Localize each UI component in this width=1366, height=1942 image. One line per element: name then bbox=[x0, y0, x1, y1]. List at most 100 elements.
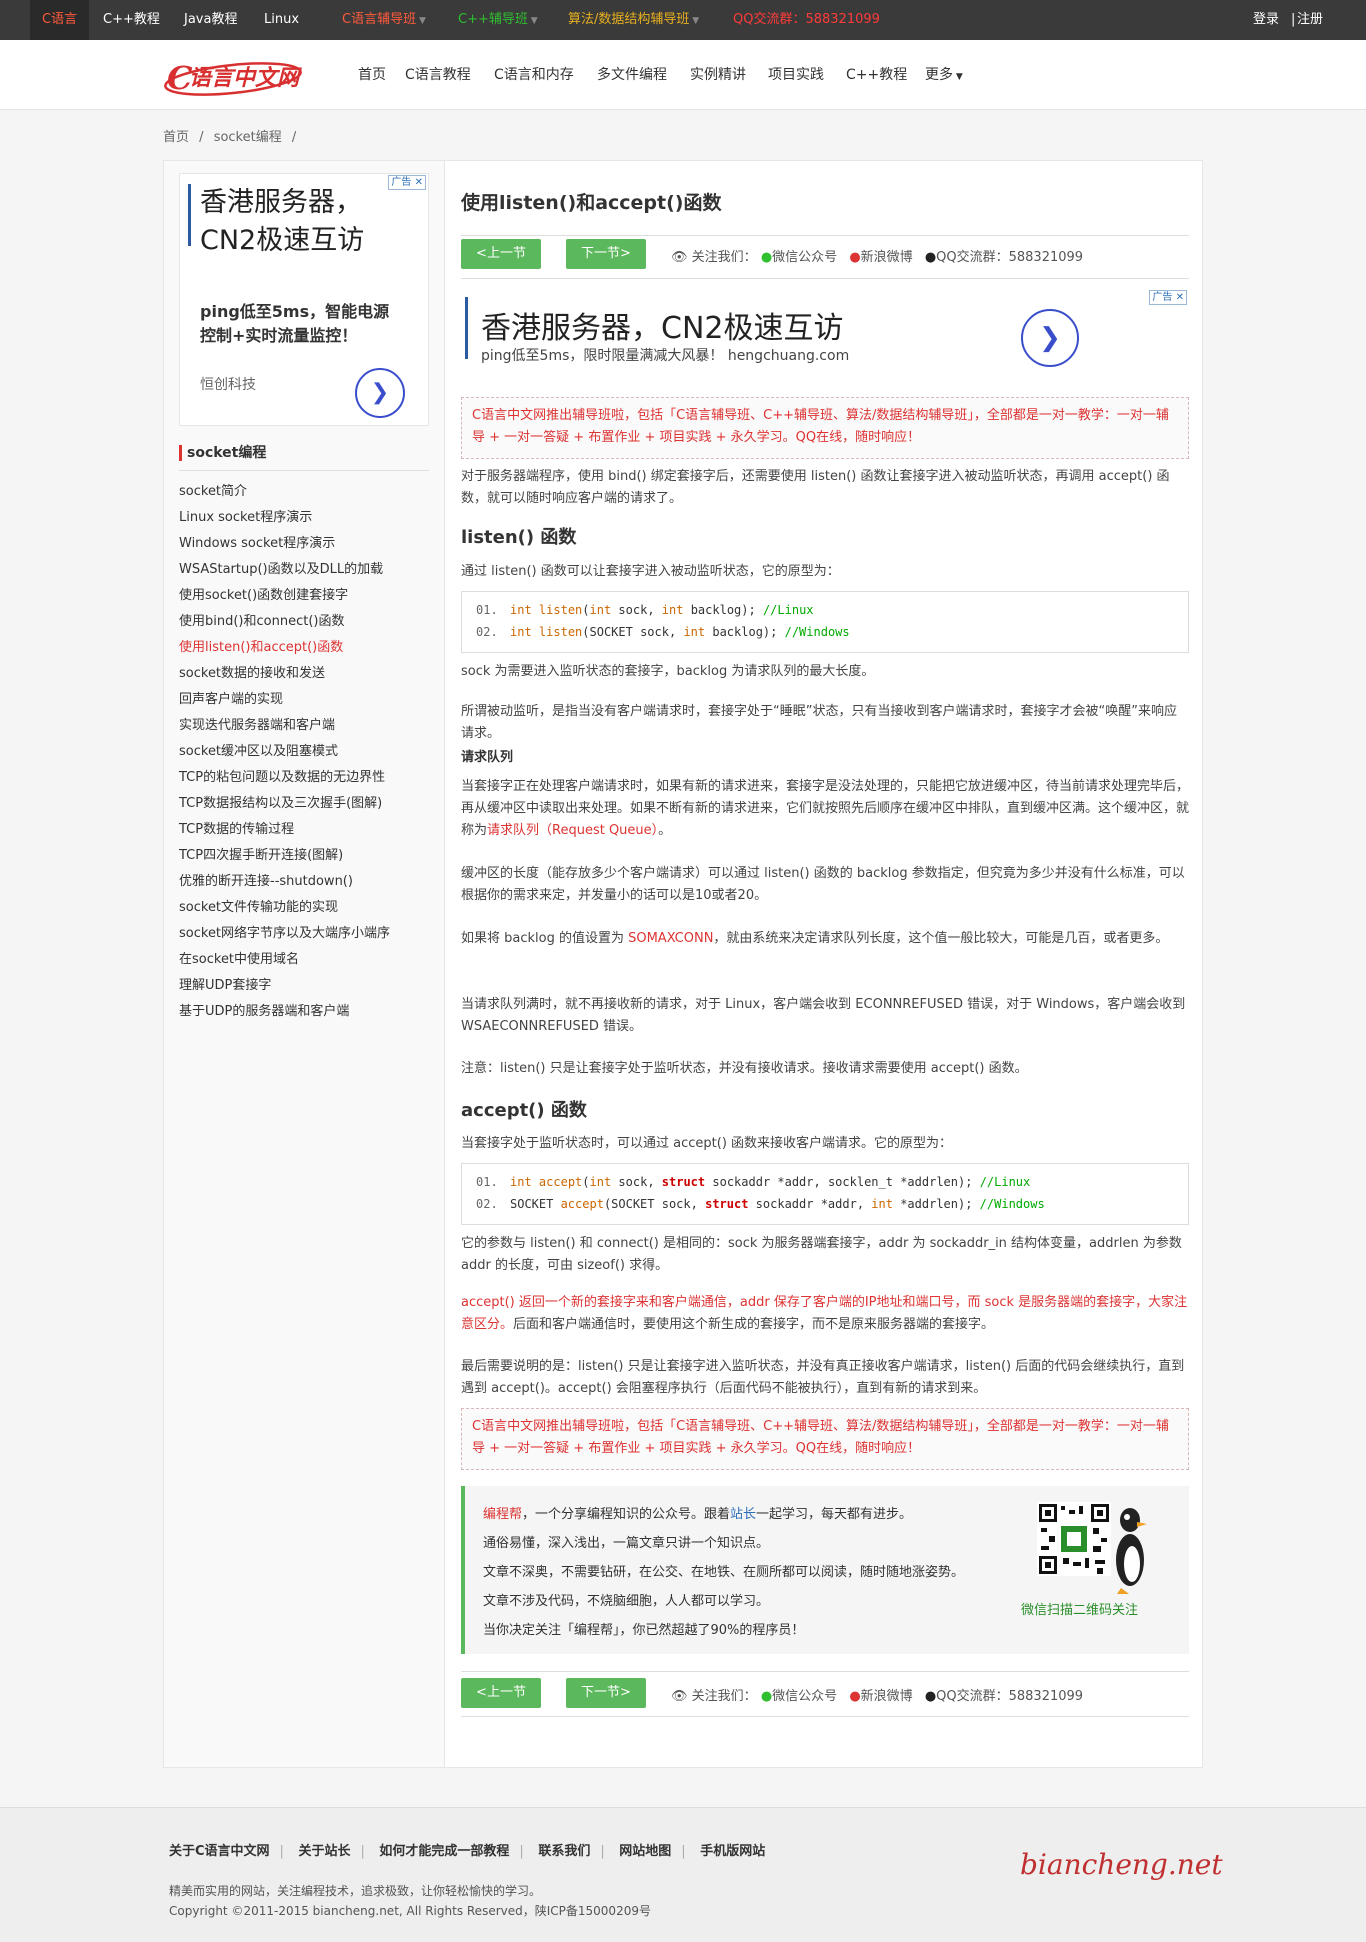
promo-webmaster-link[interactable]: 站长 bbox=[730, 1507, 756, 1522]
login-link[interactable]: 登录 bbox=[1253, 0, 1279, 40]
sidebar-item[interactable]: 基于UDP的服务器端和客户端 bbox=[179, 999, 390, 1025]
qq-link[interactable]: ●QQ交流群：588321099 bbox=[925, 1689, 1083, 1704]
sidebar-item[interactable]: socket文件传输功能的实现 bbox=[179, 895, 390, 921]
topbar-link-c-class[interactable]: C语言辅导班 ▼ bbox=[342, 0, 426, 40]
topbar-link-linux[interactable]: Linux bbox=[264, 0, 299, 40]
topbar-link-algo-class-label: 算法/数据结构辅导班 bbox=[568, 12, 690, 27]
nav-multifile[interactable]: 多文件编程 bbox=[597, 40, 667, 110]
code-keyword: int bbox=[510, 603, 532, 617]
weibo-link[interactable]: ●新浪微博 bbox=[849, 1689, 912, 1704]
code-text: sock, bbox=[611, 603, 662, 617]
breadcrumb-sep: / bbox=[199, 130, 204, 145]
nav-c-memory[interactable]: C语言和内存 bbox=[494, 40, 574, 110]
sidebar-item[interactable]: socket数据的接收和发送 bbox=[179, 661, 390, 687]
side-ad-desc: ping低至5ms，智能电源控制+实时流量监控！ bbox=[200, 302, 390, 345]
wechat-link[interactable]: ●微信公众号 bbox=[761, 250, 837, 265]
breadcrumb-section[interactable]: socket编程 bbox=[214, 130, 282, 145]
prev-section-button[interactable]: <上一节 bbox=[461, 239, 541, 269]
top-ad-headline: 香港服务器，CN2极速互访 bbox=[481, 311, 844, 346]
topbar-link-cpp-class-label: C++辅导班 bbox=[458, 12, 528, 27]
topbar-link-java[interactable]: Java教程 bbox=[184, 0, 237, 40]
prev-section-button[interactable]: <上一节 bbox=[461, 1678, 541, 1708]
top-ad[interactable]: 广告 ✕ 香港服务器，CN2极速互访 ping低至5ms，限时限量满减大风暴！ … bbox=[461, 289, 1189, 379]
code-text: sockaddr *addr, bbox=[748, 1197, 872, 1211]
sidebar-item[interactable]: socket网络字节序以及大端序小端序 bbox=[179, 921, 390, 947]
side-ad-headline: 香港服务器， CN2极速互访 bbox=[200, 184, 364, 260]
code-keyword-struct: struct bbox=[705, 1197, 749, 1211]
wechat-link[interactable]: ●微信公众号 bbox=[761, 1689, 837, 1704]
topbar-link-cpp-class[interactable]: C++辅导班 ▼ bbox=[458, 0, 538, 40]
nav-c-tutorial[interactable]: C语言教程 bbox=[405, 40, 471, 110]
follow-us: 👁 关注我们： ●微信公众号 ●新浪微博 ●QQ交流群：588321099 bbox=[671, 246, 1083, 265]
close-icon[interactable]: ✕ bbox=[1176, 292, 1184, 303]
caret-down-icon: ▼ bbox=[953, 72, 963, 82]
sidebar-item-current[interactable]: 使用listen()和accept()函数 bbox=[179, 635, 390, 661]
sidebar-item[interactable]: Windows socket程序演示 bbox=[179, 531, 390, 557]
queue-paragraph-4: 当请求队列满时，就不再接收新的请求，对于 Linux，客户端会收到 ECONNR… bbox=[461, 997, 1186, 1034]
sidebar-item[interactable]: WSAStartup()函数以及DLL的加载 bbox=[179, 557, 390, 583]
accept-text: 后面和客户端通信时，要使用这个新生成的套接字，而不是原来服务器端的套接字。 bbox=[513, 1317, 995, 1332]
ad-badge-label: 广告 bbox=[1152, 292, 1173, 303]
register-link[interactable]: 注册 bbox=[1297, 0, 1323, 40]
ad-badge: 广告 ✕ bbox=[1149, 290, 1187, 305]
weibo-link[interactable]: ●新浪微博 bbox=[849, 250, 912, 265]
code-keyword: int bbox=[871, 1197, 893, 1211]
nav-examples[interactable]: 实例精讲 bbox=[690, 40, 746, 110]
breadcrumb-home[interactable]: 首页 bbox=[163, 130, 189, 145]
chevron-right-icon[interactable]: ❯ bbox=[355, 368, 405, 418]
follow-label: 关注我们： bbox=[691, 250, 757, 265]
nav-home[interactable]: 首页 bbox=[358, 40, 386, 110]
sidebar-item[interactable]: 优雅的断开连接--shutdown() bbox=[179, 869, 390, 895]
site-logo[interactable]: C 语言中文网 bbox=[163, 55, 331, 97]
sidebar-item[interactable]: socket简介 bbox=[179, 479, 390, 505]
qq-label: QQ交流群：588321099 bbox=[936, 1689, 1084, 1704]
sidebar-item[interactable]: 实现迭代服务器端和客户端 bbox=[179, 713, 390, 739]
sidebar-item[interactable]: 在socket中使用域名 bbox=[179, 947, 390, 973]
sidebar-item[interactable]: TCP数据的传输过程 bbox=[179, 817, 390, 843]
topbar-link-c-class-label: C语言辅导班 bbox=[342, 12, 417, 27]
code-text: sockaddr *addr, socklen_t *addrlen); bbox=[705, 1175, 980, 1189]
listen-paragraph-1: 通过 listen() 函数可以让套接字进入被动监听状态，它的原型为： bbox=[461, 564, 840, 579]
footer-link-about[interactable]: 关于C语言中文网 bbox=[169, 1844, 270, 1859]
sidebar-item[interactable]: TCP的粘包问题以及数据的无边界性 bbox=[179, 765, 390, 791]
topbar-link-c[interactable]: C语言 bbox=[30, 0, 90, 40]
nav-more[interactable]: 更多 ▼ bbox=[925, 40, 963, 112]
footer-link-how-to[interactable]: 如何才能完成一部教程 bbox=[379, 1844, 509, 1859]
sidebar-item[interactable]: socket缓冲区以及阻塞模式 bbox=[179, 739, 390, 765]
tutoring-notice-bottom[interactable]: C语言中文网推出辅导班啦，包括「C语言辅导班、C++辅导班、算法/数据结构辅导班… bbox=[461, 1408, 1189, 1470]
topbar-link-algo-class[interactable]: 算法/数据结构辅导班 ▼ bbox=[568, 0, 699, 40]
topbar-link-cpp[interactable]: C++教程 bbox=[103, 0, 160, 40]
tutoring-notice[interactable]: C语言中文网推出辅导班啦，包括「C语言辅导班、C++辅导班、算法/数据结构辅导班… bbox=[461, 397, 1189, 459]
close-icon[interactable]: ✕ bbox=[415, 177, 423, 188]
article-nav-top: <上一节 下一节> 👁 关注我们： ●微信公众号 ●新浪微博 ●QQ交流群：58… bbox=[461, 233, 1189, 279]
promo-line-3: 文章不深奥，不需要钻研，在公交、在地铁、在厕所都可以阅读，随时随地涨姿势。 bbox=[483, 1565, 965, 1580]
sidebar-item[interactable]: 使用bind()和connect()函数 bbox=[179, 609, 390, 635]
nav-projects[interactable]: 项目实践 bbox=[768, 40, 824, 110]
sidebar-item[interactable]: Linux socket程序演示 bbox=[179, 505, 390, 531]
footer-link-contact[interactable]: 联系我们 bbox=[538, 1844, 590, 1859]
topbar-qq-group[interactable]: QQ交流群：588321099 bbox=[733, 0, 880, 40]
code-text: SOCKET bbox=[510, 1197, 561, 1211]
nav-cpp-tutorial[interactable]: C++教程 bbox=[846, 40, 907, 110]
queue-term: 请求队列（Request Queue） bbox=[487, 823, 659, 838]
sidebar-item[interactable]: TCP数据报结构以及三次握手(图解) bbox=[179, 791, 390, 817]
next-section-button[interactable]: 下一节> bbox=[566, 239, 646, 269]
side-ad[interactable]: 广告 ✕ 香港服务器， CN2极速互访 ping低至5ms，智能电源控制+实时流… bbox=[179, 173, 429, 426]
sidebar-item[interactable]: 使用socket()函数创建套接字 bbox=[179, 583, 390, 609]
breadcrumb: 首页 / socket编程 / bbox=[163, 126, 302, 145]
qq-link[interactable]: ●QQ交流群：588321099 bbox=[925, 250, 1083, 265]
sidebar-item[interactable]: TCP四次握手断开连接(图解) bbox=[179, 843, 390, 869]
sidebar-item[interactable]: 理解UDP套接字 bbox=[179, 973, 390, 999]
footer-link-mobile[interactable]: 手机版网站 bbox=[700, 1844, 765, 1859]
next-section-button[interactable]: 下一节> bbox=[566, 1678, 646, 1708]
nav-more-label: 更多 bbox=[925, 67, 953, 83]
footer-link-sitemap[interactable]: 网站地图 bbox=[619, 1844, 671, 1859]
footer-link-webmaster[interactable]: 关于站长 bbox=[298, 1844, 350, 1859]
code-block-listen: 01. int listen(int sock, int backlog); //… bbox=[461, 591, 1189, 653]
svg-text:语言中文网: 语言中文网 bbox=[189, 65, 302, 91]
weibo-icon: ● bbox=[849, 250, 861, 265]
sidebar-item[interactable]: 回声客户端的实现 bbox=[179, 687, 390, 713]
chevron-down-icon: ▼ bbox=[416, 16, 426, 26]
footer-sep: | bbox=[600, 1844, 605, 1859]
chevron-right-icon[interactable]: ❯ bbox=[1021, 309, 1079, 367]
